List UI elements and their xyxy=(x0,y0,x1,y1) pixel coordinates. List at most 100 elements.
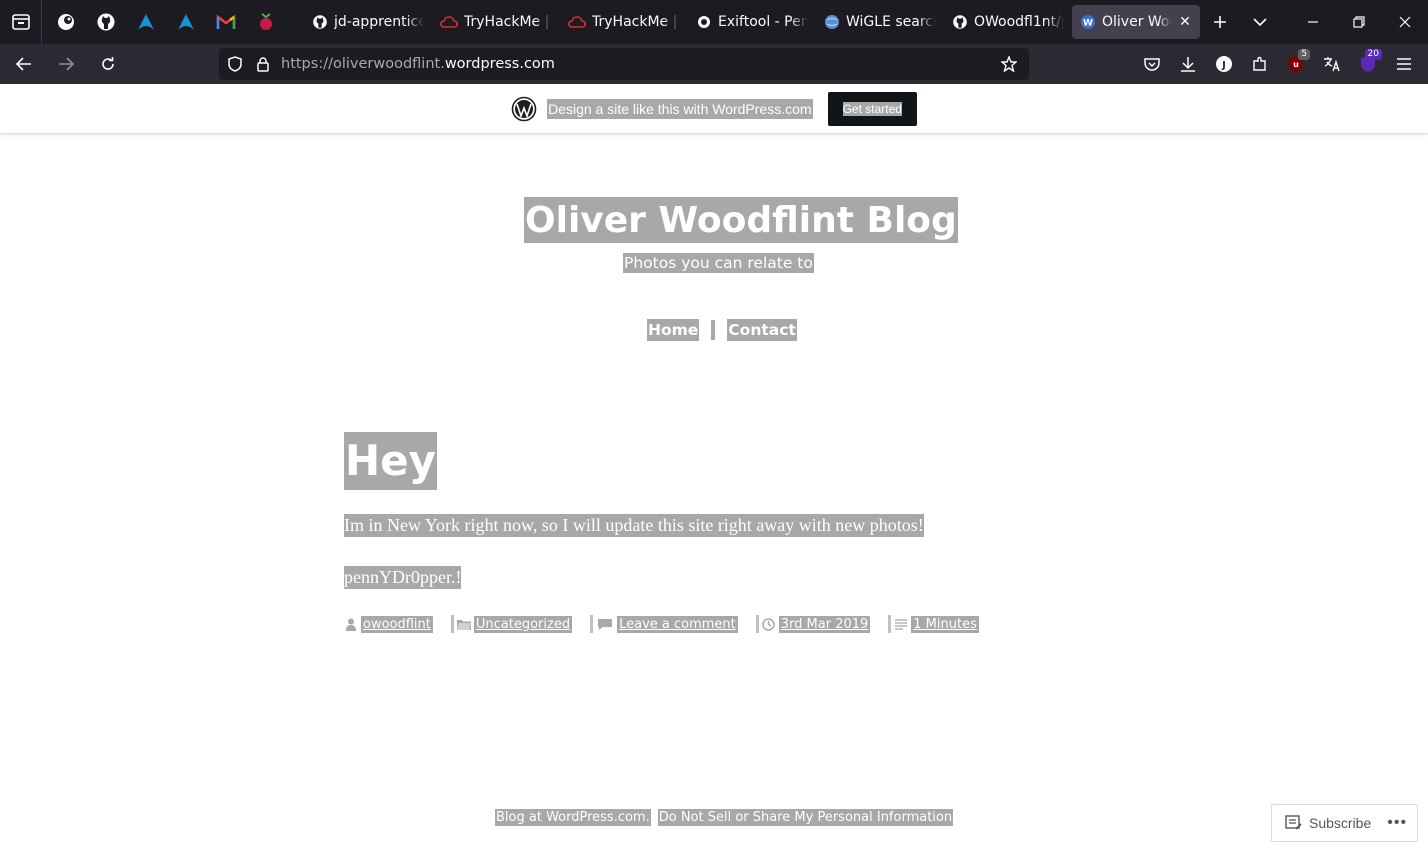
close-window-button[interactable] xyxy=(1382,0,1428,44)
new-tab-button[interactable] xyxy=(1200,0,1240,44)
chevron-down-icon xyxy=(1253,18,1267,27)
pocket-button[interactable] xyxy=(1134,44,1170,84)
subscribe-button[interactable]: Subscribe xyxy=(1309,815,1371,831)
tab-owoodfl1nt[interactable]: OWoodfl1nt/p xyxy=(944,5,1072,39)
comment-icon xyxy=(596,617,614,631)
pinned-tab-raspberry[interactable] xyxy=(246,0,286,44)
close-tab-icon[interactable]: ✕ xyxy=(1178,14,1192,30)
folder-icon xyxy=(456,617,471,631)
meta-separator xyxy=(755,615,759,633)
firefox-view-icon xyxy=(11,14,30,30)
url-prefix: https://oliverwoodflint. xyxy=(281,56,445,72)
url-domain: wordpress.com xyxy=(444,56,555,72)
privacy-link[interactable]: Do Not Sell or Share My Personal Informa… xyxy=(657,809,954,826)
arch-linux-icon xyxy=(138,14,154,30)
date-link[interactable]: 3rd Mar 2019 xyxy=(778,615,871,633)
post-paragraph: Im in New York right now, so I will upda… xyxy=(344,514,924,537)
post-comments: Leave a comment xyxy=(596,615,738,633)
tab-bar: jd-apprentice TryHackMe | T TryHackMe | … xyxy=(0,0,1428,44)
read-time-text: 1 Minutes xyxy=(911,615,979,633)
restore-button[interactable] xyxy=(1336,0,1382,44)
translate-button[interactable] xyxy=(1314,44,1350,84)
list-all-tabs-button[interactable] xyxy=(1240,0,1280,44)
app-menu-button[interactable] xyxy=(1386,44,1422,84)
menu-item-home[interactable]: Home xyxy=(647,319,700,341)
github-icon xyxy=(953,15,967,29)
ublock-badge: 5 xyxy=(1298,49,1310,60)
minimize-button[interactable] xyxy=(1290,0,1336,44)
tab-title: jd-apprentice xyxy=(334,14,424,30)
tab-title: TryHackMe | T xyxy=(464,14,552,30)
avatar-icon: J xyxy=(1216,56,1232,72)
meta-separator xyxy=(450,615,454,633)
tracking-protection-icon[interactable] xyxy=(221,48,249,80)
restore-icon xyxy=(1353,16,1365,28)
tab-wigle[interactable]: WiGLE search xyxy=(816,5,944,39)
back-button[interactable] xyxy=(6,46,42,82)
ghost-icon xyxy=(58,14,74,30)
translate-icon xyxy=(1324,57,1340,72)
subscribe-widget: Subscribe ••• xyxy=(1271,804,1418,842)
hamburger-menu-icon xyxy=(1397,58,1411,70)
leave-comment-link[interactable]: Leave a comment xyxy=(617,615,738,633)
post-paragraph: pennYDr0pper.! xyxy=(344,566,462,589)
tab-title: OWoodfl1nt/p xyxy=(974,14,1064,30)
pinned-tab-arch-1[interactable] xyxy=(126,0,166,44)
close-icon xyxy=(1399,16,1411,28)
svg-text:J: J xyxy=(1221,60,1226,71)
post-meta: owoodflint Uncategorized Leave a comment… xyxy=(344,613,979,635)
blog-at-wordpress-link[interactable]: Blog at WordPress.com. xyxy=(495,809,651,826)
site-security-icon[interactable] xyxy=(249,48,277,80)
tryhackme-icon xyxy=(440,16,458,28)
wordpress-logo-icon[interactable] xyxy=(511,96,537,122)
tab-jd-apprentice[interactable]: jd-apprentice xyxy=(304,5,432,39)
tab-title: Exiftool - Pen xyxy=(718,14,808,30)
plus-icon xyxy=(1214,16,1226,28)
tab-exiftool[interactable]: Exiftool - Pen xyxy=(688,5,816,39)
category-link[interactable]: Uncategorized xyxy=(473,615,573,633)
clock-icon xyxy=(762,617,776,631)
tab-oliver-woodflint[interactable]: W Oliver Woo ✕ xyxy=(1072,5,1200,39)
post-category: Uncategorized xyxy=(456,615,573,633)
wordpress-icon: W xyxy=(1081,15,1095,29)
extension-button[interactable]: 20 xyxy=(1350,44,1386,84)
forward-button[interactable] xyxy=(48,46,84,82)
ublock-button[interactable]: u 5 xyxy=(1278,44,1314,84)
pinned-tab-gmail[interactable] xyxy=(206,0,246,44)
svg-text:W: W xyxy=(1083,19,1093,29)
meta-separator xyxy=(590,615,594,633)
lock-icon xyxy=(257,56,269,72)
arrow-right-icon xyxy=(59,57,74,71)
download-icon xyxy=(1181,57,1195,72)
wp-banner-text[interactable]: Design a site like this with WordPress.c… xyxy=(547,98,813,119)
post-date: 3rd Mar 2019 xyxy=(762,615,871,633)
person-icon xyxy=(344,617,358,631)
account-button[interactable]: J xyxy=(1206,44,1242,84)
pinned-tab-hackthebox[interactable] xyxy=(46,0,86,44)
get-started-button[interactable]: Get started xyxy=(827,91,917,126)
tab-tryhackme-1[interactable]: TryHackMe | T xyxy=(432,5,560,39)
arrow-left-icon xyxy=(16,57,31,71)
url-text[interactable]: https://oliverwoodflint.wordpress.com xyxy=(281,56,555,72)
tab-title: TryHackMe | C xyxy=(592,14,680,30)
exiftool-icon xyxy=(698,16,710,28)
downloads-button[interactable] xyxy=(1170,44,1206,84)
pinned-tab-arch-2[interactable] xyxy=(166,0,206,44)
bookmark-button[interactable] xyxy=(995,48,1023,80)
shield-icon xyxy=(228,56,242,72)
site-title[interactable]: Oliver Woodflint Blog xyxy=(524,197,958,243)
menu-item-contact[interactable]: Contact xyxy=(727,319,797,341)
post-title[interactable]: Hey xyxy=(344,432,438,490)
author-link[interactable]: owoodflint xyxy=(361,615,433,633)
github-icon xyxy=(97,13,115,31)
address-bar[interactable]: https://oliverwoodflint.wordpress.com xyxy=(219,48,1029,80)
navigation-toolbar: https://oliverwoodflint.wordpress.com J … xyxy=(0,44,1428,84)
reload-button[interactable] xyxy=(90,46,126,82)
gmail-icon xyxy=(216,14,236,29)
pinned-tab-github[interactable] xyxy=(86,0,126,44)
more-options-icon[interactable]: ••• xyxy=(1387,814,1407,832)
github-icon xyxy=(313,15,327,29)
extensions-button[interactable] xyxy=(1242,44,1278,84)
firefox-view-button[interactable] xyxy=(0,0,42,44)
tab-tryhackme-2[interactable]: TryHackMe | C xyxy=(560,5,688,39)
